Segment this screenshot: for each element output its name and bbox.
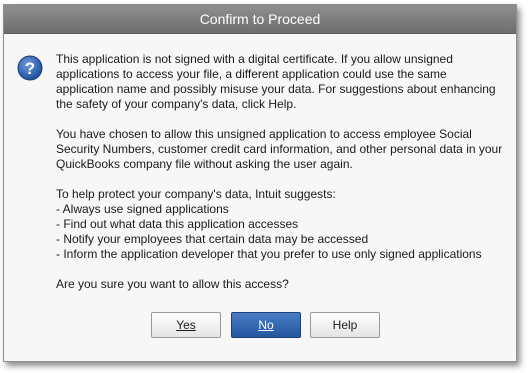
yes-button-label: Yes	[176, 318, 196, 332]
question-icon: ?	[17, 55, 43, 81]
suggestion-item: - Inform the application developer that …	[56, 247, 482, 261]
message-paragraph-access: You have chosen to allow this unsigned a…	[56, 127, 503, 171]
no-button[interactable]: No	[231, 312, 301, 338]
dialog-title: Confirm to Proceed	[4, 5, 516, 34]
suggestion-item: - Notify your employees that certain dat…	[56, 232, 369, 246]
message-body: This application is not signed with a di…	[56, 52, 506, 307]
suggestions-intro: To help protect your company's data, Int…	[56, 187, 336, 201]
no-button-label: No	[258, 318, 274, 332]
confirm-question: Are you sure you want to allow this acce…	[56, 277, 289, 291]
suggestions-list: - Always use signed applications - Find …	[56, 202, 506, 262]
yes-button[interactable]: Yes	[151, 312, 221, 338]
confirm-dialog: Confirm to Proceed ? This application is…	[3, 4, 517, 362]
button-row: Yes No Help	[4, 312, 516, 340]
message-paragraph-certificate: This application is not signed with a di…	[56, 52, 496, 111]
help-button-label: Help	[332, 318, 358, 332]
help-button[interactable]: Help	[310, 312, 380, 338]
suggestion-item: - Always use signed applications	[56, 202, 229, 216]
svg-text:?: ?	[25, 59, 35, 78]
suggestion-item: - Find out what data this application ac…	[56, 217, 299, 231]
